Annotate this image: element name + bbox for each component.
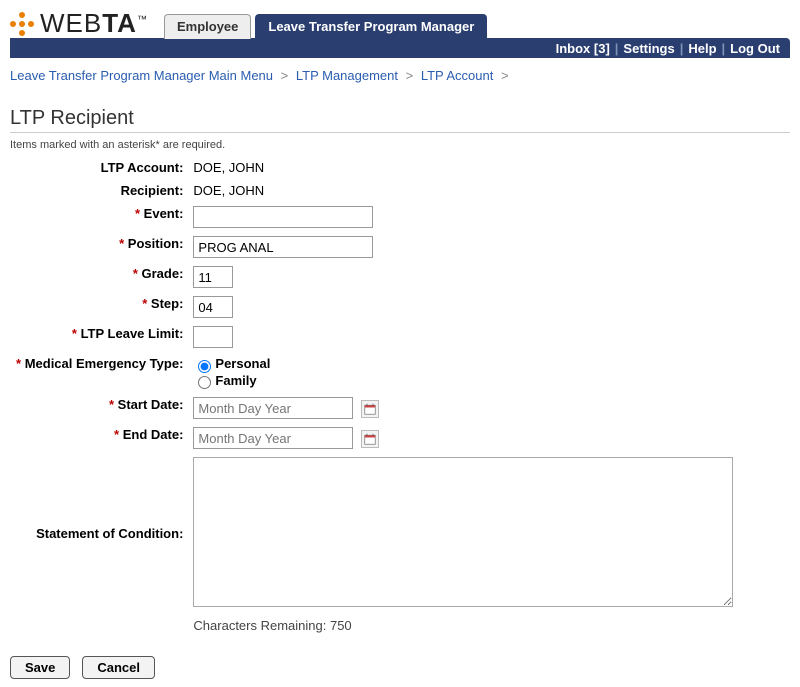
ltp-leave-limit-input[interactable] xyxy=(193,326,233,348)
label-statement: Statement of Condition: xyxy=(36,526,183,541)
end-date-input[interactable] xyxy=(193,427,353,449)
required-note: Items marked with an asterisk* are requi… xyxy=(10,139,790,151)
inbox-link[interactable]: Inbox [3] xyxy=(556,41,610,56)
end-date-calendar-button[interactable] xyxy=(361,430,379,448)
logout-link[interactable]: Log Out xyxy=(730,41,780,56)
settings-link[interactable]: Settings xyxy=(623,41,674,56)
grade-input[interactable] xyxy=(193,266,233,288)
label-end-date: End Date: xyxy=(123,427,184,442)
crumb-mgmt[interactable]: LTP Management xyxy=(296,68,398,83)
page-title: LTP Recipient xyxy=(10,107,790,130)
app-logo: WEBTA™ xyxy=(10,8,148,39)
med-emergency-radiogroup: Personal Family xyxy=(193,356,733,389)
chars-remaining: Characters Remaining: 750 xyxy=(189,615,737,636)
label-med-emergency: Medical Emergency Type: xyxy=(25,356,184,371)
label-event: Event: xyxy=(144,206,184,221)
calendar-icon xyxy=(364,433,376,445)
radio-family-label[interactable]: Family xyxy=(193,373,733,390)
calendar-icon xyxy=(364,403,376,415)
step-input[interactable] xyxy=(193,296,233,318)
radio-personal-label[interactable]: Personal xyxy=(193,356,733,373)
topbar: Inbox [3] | Settings | Help | Log Out xyxy=(10,38,790,58)
start-date-calendar-button[interactable] xyxy=(361,400,379,418)
nav-tabs: Employee Leave Transfer Program Manager xyxy=(164,14,487,39)
tab-employee[interactable]: Employee xyxy=(164,14,251,39)
crumb-acct[interactable]: LTP Account xyxy=(421,68,494,83)
radio-personal[interactable] xyxy=(198,360,211,373)
label-position: Position: xyxy=(128,236,184,251)
label-start-date: Start Date: xyxy=(118,397,184,412)
value-recipient: DOE, JOHN xyxy=(193,183,264,198)
label-step: Step: xyxy=(151,296,184,311)
label-ltp-leave-limit: LTP Leave Limit: xyxy=(81,326,184,341)
logo-text: WEBTA™ xyxy=(40,8,148,39)
tab-ltpm[interactable]: Leave Transfer Program Manager xyxy=(255,14,487,39)
event-input[interactable] xyxy=(193,206,373,228)
statement-textarea[interactable] xyxy=(193,457,733,607)
cancel-button[interactable]: Cancel xyxy=(82,656,155,679)
label-ltp-account: LTP Account: xyxy=(101,160,184,175)
start-date-input[interactable] xyxy=(193,397,353,419)
position-input[interactable] xyxy=(193,236,373,258)
logo-mark-icon xyxy=(10,12,34,36)
save-button[interactable]: Save xyxy=(10,656,70,679)
crumb-main[interactable]: Leave Transfer Program Manager Main Menu xyxy=(10,68,273,83)
label-recipient: Recipient: xyxy=(121,183,184,198)
radio-family[interactable] xyxy=(198,376,211,389)
breadcrumb: Leave Transfer Program Manager Main Menu… xyxy=(10,58,790,89)
label-grade: Grade: xyxy=(142,266,184,281)
value-ltp-account: DOE, JOHN xyxy=(193,160,264,175)
help-link[interactable]: Help xyxy=(688,41,716,56)
